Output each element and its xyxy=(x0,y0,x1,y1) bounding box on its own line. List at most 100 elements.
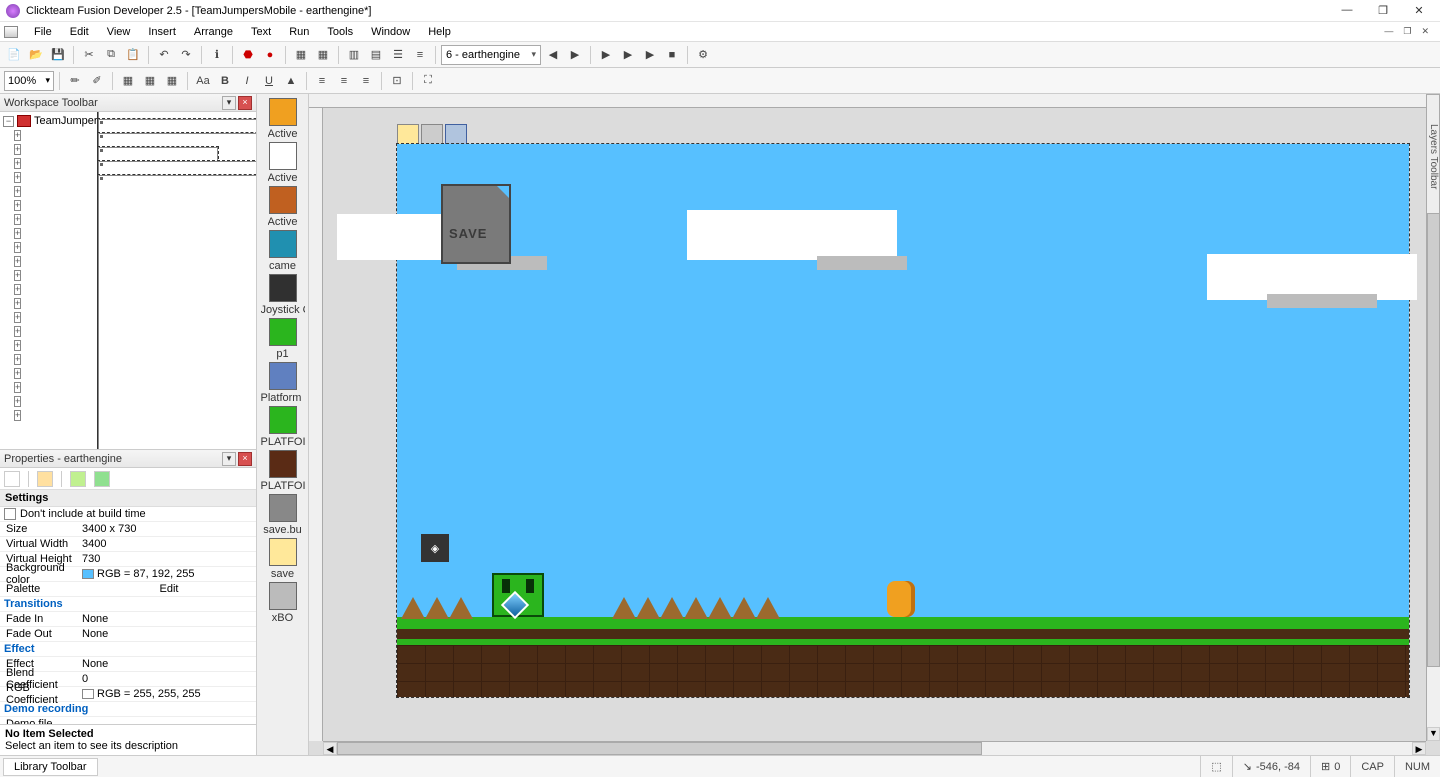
expand-icon[interactable]: + xyxy=(14,144,21,155)
layers-toolbar-tab[interactable]: Layers Toolbar xyxy=(1426,94,1440,214)
library-toolbar-tab[interactable]: Library Toolbar xyxy=(3,758,98,776)
stop-icon[interactable]: ⬣ xyxy=(238,45,258,65)
prop-row[interactable]: Virtual Width3400 xyxy=(0,537,256,552)
spike-sprite[interactable] xyxy=(756,597,780,619)
save-block-sprite[interactable]: SAVE xyxy=(441,184,511,264)
spike-sprite[interactable] xyxy=(708,597,732,619)
prop-row[interactable]: Fade InNone xyxy=(0,612,256,627)
save-button[interactable]: 💾 xyxy=(48,45,68,65)
menu-text[interactable]: Text xyxy=(243,24,279,40)
run-project-button[interactable]: ▶ xyxy=(640,45,660,65)
expand-icon[interactable]: + xyxy=(14,340,21,351)
panel-close-button[interactable]: × xyxy=(238,96,252,110)
expand-icon[interactable]: + xyxy=(14,130,21,141)
run-app-button[interactable]: ▶ xyxy=(596,45,616,65)
prop-value[interactable]: 730 xyxy=(80,553,256,565)
object-item[interactable]: PLATFOI xyxy=(261,406,305,448)
object-item[interactable]: came xyxy=(261,230,305,272)
prop-tab-android[interactable] xyxy=(94,471,110,487)
color-swatch[interactable] xyxy=(82,569,94,579)
grid2-icon[interactable]: ▦ xyxy=(140,71,160,91)
build-button[interactable]: ⚙ xyxy=(693,45,713,65)
copy-button[interactable]: ⧉ xyxy=(101,45,121,65)
object-item[interactable]: PLATFOI xyxy=(261,450,305,492)
minimize-button[interactable]: — xyxy=(1338,4,1356,17)
behavior-button[interactable]: ≡ xyxy=(410,45,430,65)
checkbox[interactable] xyxy=(4,508,16,520)
frame-editor-button[interactable]: ▦ xyxy=(313,45,333,65)
expand-icon[interactable]: + xyxy=(14,284,21,295)
expand-icon[interactable]: + xyxy=(14,410,21,421)
scroll-left-button[interactable]: ◀ xyxy=(323,742,337,755)
spike-sprite[interactable] xyxy=(636,597,660,619)
game-frame[interactable]: SAVE ◈ xyxy=(397,144,1409,697)
paste-button[interactable]: 📋 xyxy=(123,45,143,65)
object-item[interactable]: Joystick Control xyxy=(261,274,305,316)
prop-tab-about[interactable] xyxy=(70,471,86,487)
expand-icon[interactable]: + xyxy=(14,396,21,407)
prop-value[interactable]: 3400 xyxy=(80,538,256,550)
prop-row[interactable]: Size3400 x 730 xyxy=(0,522,256,537)
eventlist-editor-button[interactable]: ▤ xyxy=(366,45,386,65)
menu-tools[interactable]: Tools xyxy=(319,24,361,40)
spike-sprite[interactable] xyxy=(401,597,425,619)
panel-close-button[interactable]: × xyxy=(238,452,252,466)
next-frame-button[interactable]: ▶ xyxy=(565,45,585,65)
prop-row[interactable]: Don't include at build time xyxy=(0,507,256,522)
run-frame-button[interactable]: ▶ xyxy=(618,45,638,65)
spike-sprite[interactable] xyxy=(684,597,708,619)
expand-icon[interactable]: + xyxy=(14,228,21,239)
prop-value[interactable]: 3400 x 730 xyxy=(80,523,256,535)
prop-value[interactable]: 0 xyxy=(80,673,256,685)
color-button[interactable]: ▲ xyxy=(281,71,301,91)
expand-icon[interactable]: + xyxy=(14,354,21,365)
mdi-max-button[interactable]: ❐ xyxy=(1400,26,1414,37)
scroll-right-button[interactable]: ▶ xyxy=(1412,742,1426,755)
undo-button[interactable]: ↶ xyxy=(154,45,174,65)
cut-button[interactable]: ✂ xyxy=(79,45,99,65)
menu-window[interactable]: Window xyxy=(363,24,418,40)
menu-view[interactable]: View xyxy=(99,24,139,40)
close-button[interactable]: ✕ xyxy=(1410,4,1428,17)
pin-button[interactable]: ▾ xyxy=(222,452,236,466)
stop-button[interactable]: ■ xyxy=(662,45,682,65)
prop-value[interactable]: None xyxy=(80,628,256,640)
open-button[interactable]: 📂 xyxy=(26,45,46,65)
underline-button[interactable]: U xyxy=(259,71,279,91)
control-object[interactable]: ◈ xyxy=(421,534,449,562)
menu-edit[interactable]: Edit xyxy=(62,24,97,40)
frame-editor[interactable]: SAVE ◈ xyxy=(309,94,1440,755)
spike-sprite[interactable] xyxy=(449,597,473,619)
gamepad-object-icon[interactable] xyxy=(421,124,443,146)
zoom-selector[interactable]: 100% xyxy=(4,71,54,91)
prop-tab-runtime[interactable] xyxy=(37,471,53,487)
spray-icon[interactable]: ✏ xyxy=(65,71,85,91)
event-editor-button[interactable]: ▥ xyxy=(344,45,364,65)
prop-row[interactable]: Demo file xyxy=(0,717,256,724)
expand-icon[interactable]: + xyxy=(14,200,21,211)
prop-row[interactable]: RGB CoefficientRGB = 255, 255, 255 xyxy=(0,687,256,702)
workspace-tree[interactable]: − TeamJumpersMobile * +cfintro+intro+men… xyxy=(0,112,256,449)
grid3-icon[interactable]: ▦ xyxy=(162,71,182,91)
object-item[interactable]: Active xyxy=(261,186,305,228)
scroll-track[interactable] xyxy=(337,742,1412,755)
edit-button[interactable]: Edit xyxy=(160,583,179,595)
italic-button[interactable]: I xyxy=(237,71,257,91)
expand-icon[interactable]: + xyxy=(14,270,21,281)
mdi-close-button[interactable]: ✕ xyxy=(1418,26,1432,37)
expand-icon[interactable]: + xyxy=(14,214,21,225)
object-item[interactable]: Active xyxy=(261,142,305,184)
expand-icon[interactable]: − xyxy=(3,116,14,127)
expand-icon[interactable]: + xyxy=(14,256,21,267)
expand-icon[interactable]: + xyxy=(14,298,21,309)
align-right-button[interactable]: ≡ xyxy=(356,71,376,91)
scroll-thumb[interactable] xyxy=(337,742,982,755)
expand-icon[interactable]: + xyxy=(14,312,21,323)
mdi-icon[interactable] xyxy=(4,26,18,38)
menu-file[interactable]: File xyxy=(26,24,60,40)
expand-icon[interactable]: + xyxy=(14,382,21,393)
property-grid[interactable]: Settings Don't include at build time Siz… xyxy=(0,490,256,724)
sprite-object-icon[interactable] xyxy=(445,124,467,146)
ground-sprite[interactable] xyxy=(397,622,1409,697)
cloud-sprite[interactable] xyxy=(687,210,897,260)
